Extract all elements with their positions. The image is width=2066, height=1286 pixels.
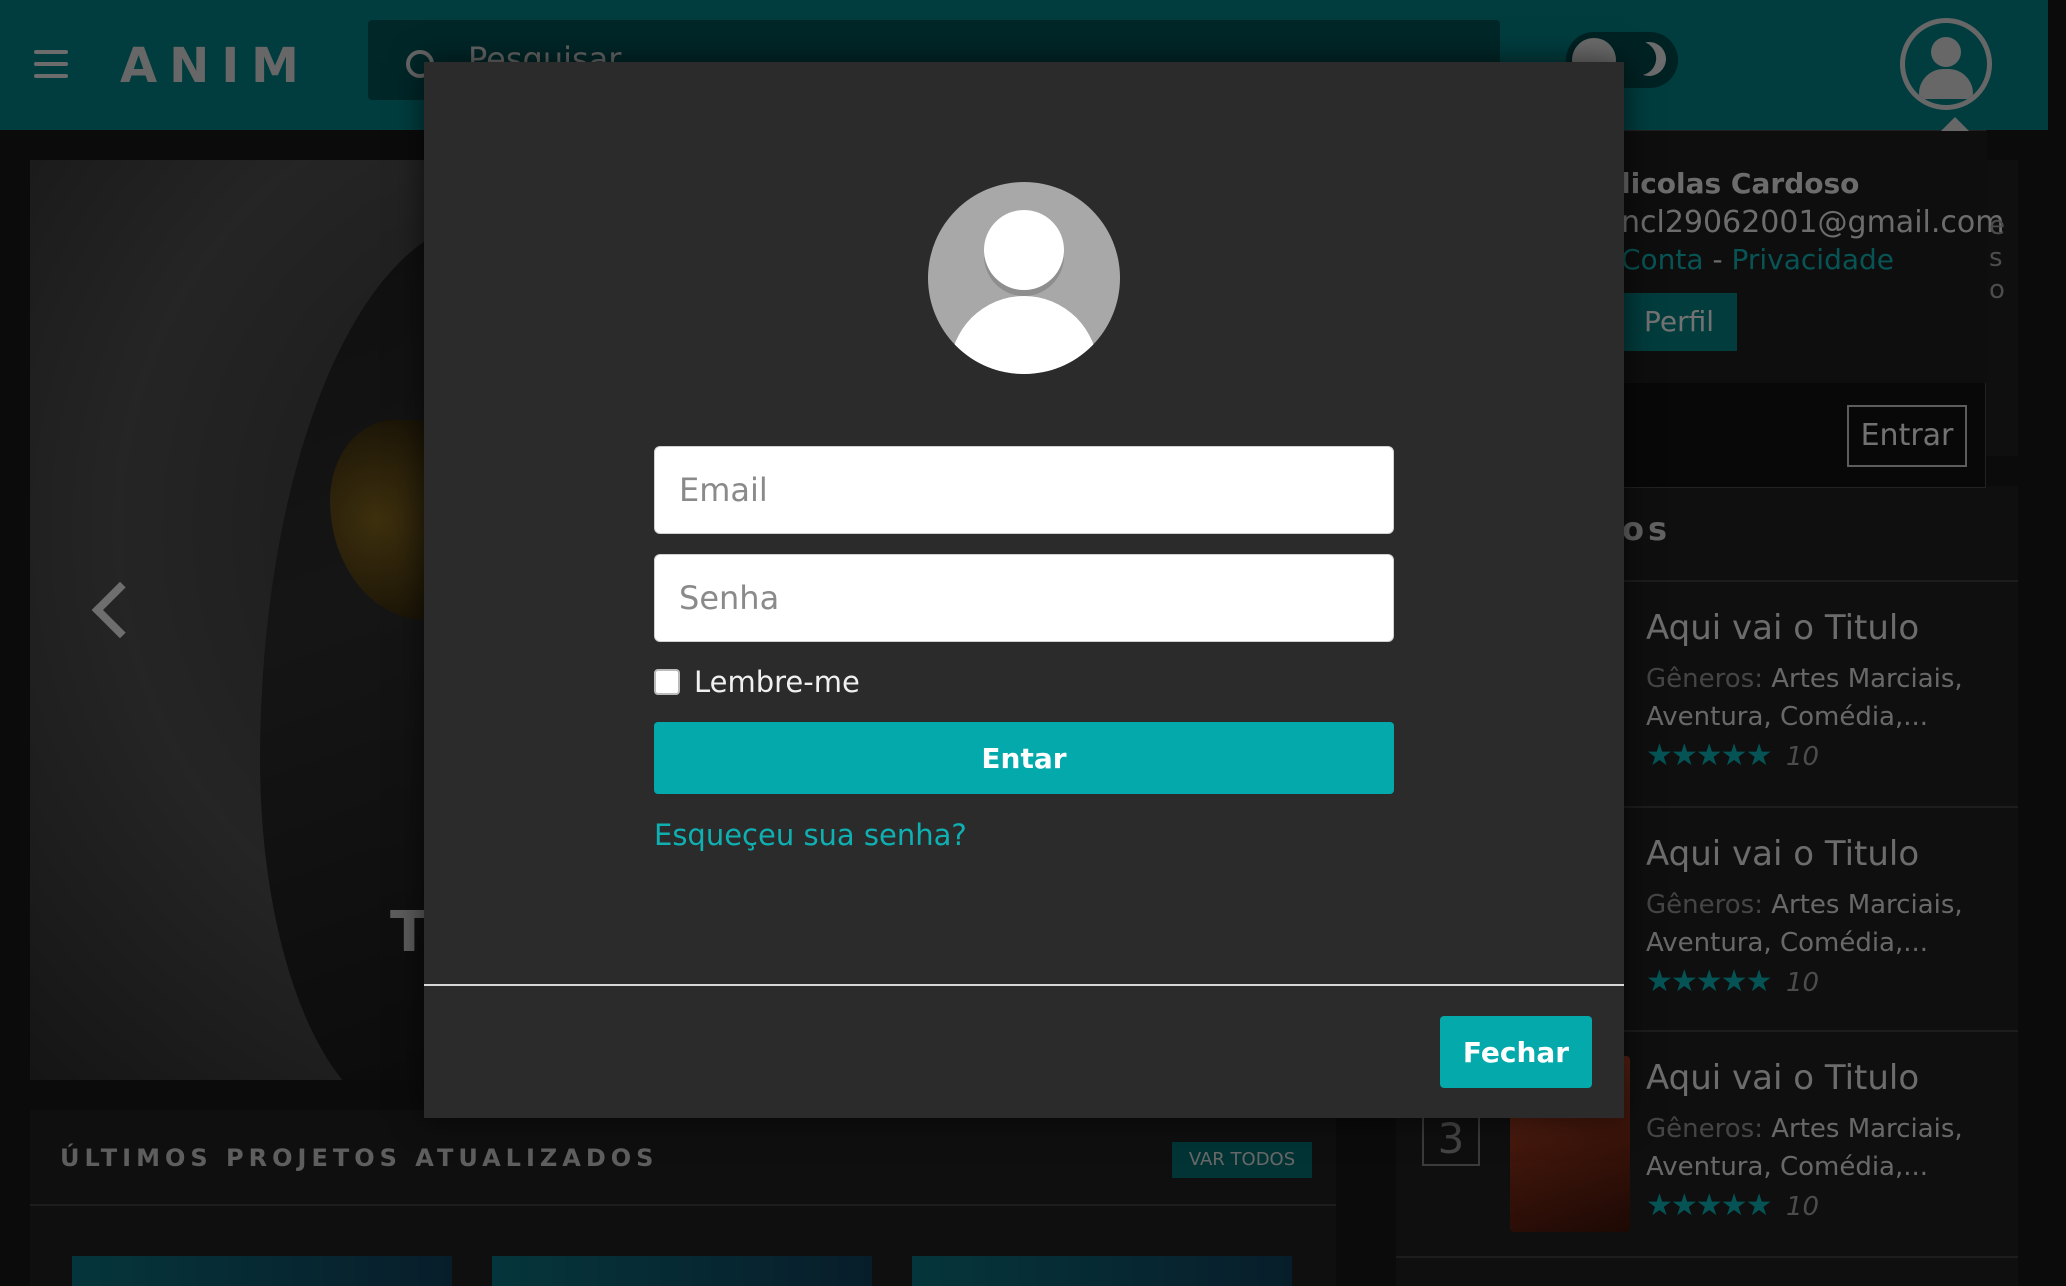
email-field[interactable] [654, 446, 1394, 534]
remember-checkbox[interactable] [654, 669, 680, 695]
close-button[interactable]: Fechar [1440, 1016, 1592, 1088]
forgot-password-link[interactable]: Esqueçeu sua senha? [654, 818, 967, 852]
password-field[interactable] [654, 554, 1394, 642]
login-modal: Lembre-me Entar Esqueçeu sua senha? Fech… [424, 62, 1624, 1118]
remember-me[interactable]: Lembre-me [654, 662, 860, 702]
avatar-head [984, 210, 1064, 290]
remember-label[interactable]: Lembre-me [694, 665, 860, 699]
user-avatar-icon [928, 182, 1120, 374]
avatar-body [950, 296, 1098, 374]
modal-footer-divider [424, 984, 1624, 986]
login-submit-button[interactable]: Entar [654, 722, 1394, 794]
